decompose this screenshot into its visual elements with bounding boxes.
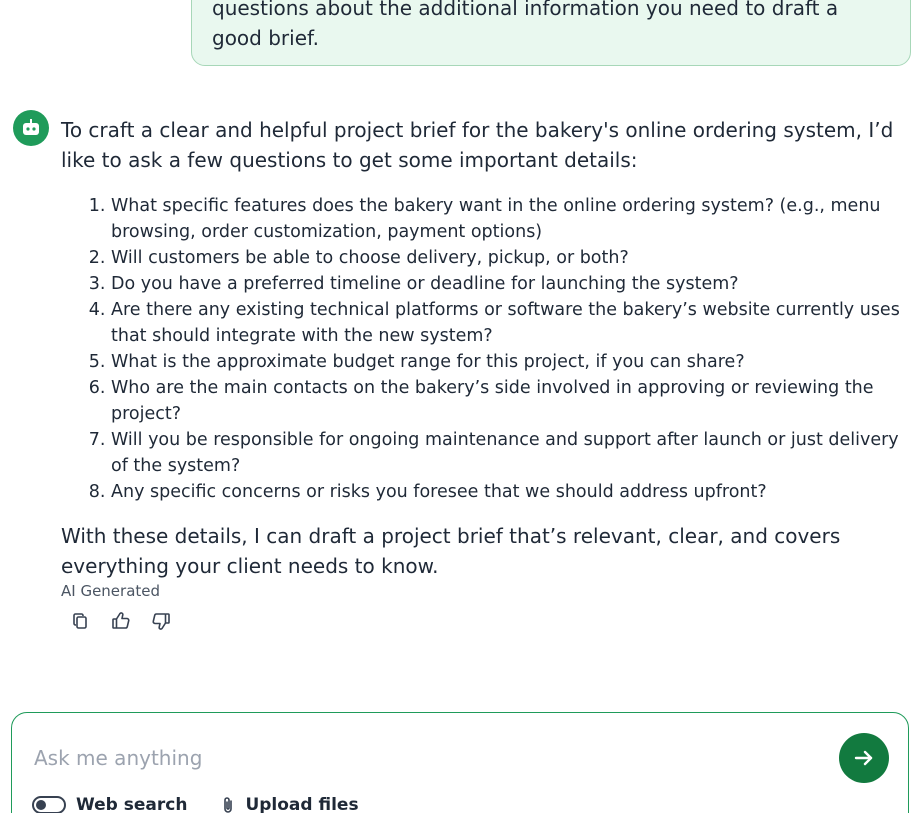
- bot-message-intro: To craft a clear and helpful project bri…: [61, 118, 894, 172]
- list-item: Do you have a preferred timeline or dead…: [111, 271, 906, 297]
- thumbs-down-icon: [152, 613, 170, 630]
- list-item: Will customers be able to choose deliver…: [111, 245, 906, 271]
- message-actions: [70, 610, 172, 632]
- web-search-toggle[interactable]: Web search: [32, 795, 187, 813]
- user-message-bubble: questions about the additional informati…: [191, 0, 911, 66]
- thumbs-up-button[interactable]: [110, 610, 132, 632]
- message-composer: Web search Upload files: [11, 712, 909, 813]
- user-message-text: questions about the additional informati…: [212, 0, 839, 50]
- list-item: Will you be responsible for ongoing main…: [111, 427, 906, 479]
- list-item: Any specific concerns or risks you fores…: [111, 479, 906, 505]
- question-list: What specific features does the bakery w…: [61, 193, 906, 505]
- list-item: Who are the main contacts on the bakery’…: [111, 375, 906, 427]
- list-item: What is the approximate budget range for…: [111, 349, 906, 375]
- web-search-label: Web search: [76, 795, 188, 813]
- list-item: What specific features does the bakery w…: [111, 193, 906, 245]
- composer-toolbar: Web search Upload files: [32, 795, 359, 813]
- bot-message: To craft a clear and helpful project bri…: [61, 115, 906, 581]
- send-button[interactable]: [839, 733, 889, 783]
- toggle-switch[interactable]: [32, 796, 66, 813]
- arrow-right-icon: [854, 750, 873, 766]
- thumbs-down-button[interactable]: [150, 610, 172, 632]
- robot-icon: [23, 119, 39, 135]
- copy-button[interactable]: [70, 610, 92, 632]
- list-item: Are there any existing technical platfor…: [111, 297, 906, 349]
- message-input[interactable]: [32, 739, 816, 777]
- upload-files-label: Upload files: [245, 795, 359, 813]
- thumbs-up-icon: [112, 612, 130, 629]
- upload-files-button[interactable]: Upload files: [221, 795, 359, 813]
- bot-message-outro: With these details, I can draft a projec…: [61, 524, 841, 578]
- ai-generated-label: AI Generated: [61, 582, 161, 600]
- copy-icon: [73, 613, 87, 629]
- paperclip-icon: [224, 797, 233, 813]
- chat-page: questions about the additional informati…: [0, 0, 917, 813]
- bot-avatar: [13, 110, 49, 146]
